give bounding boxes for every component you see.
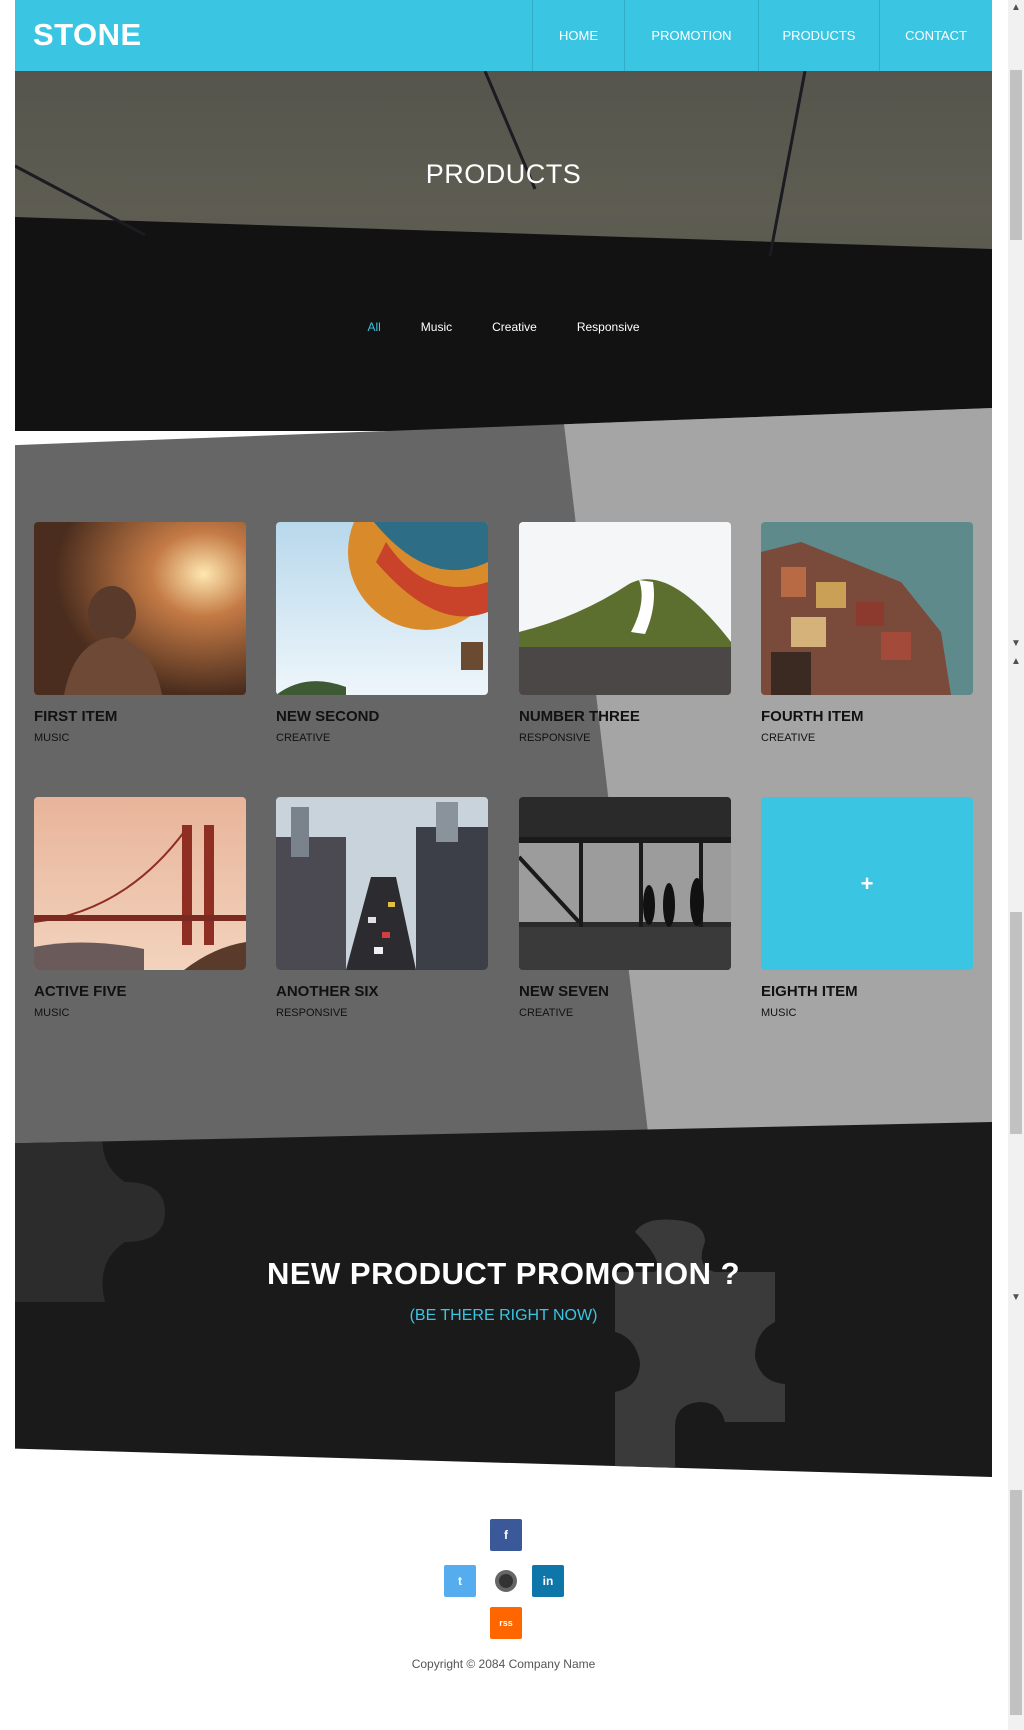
product-thumbnail[interactable] — [34, 522, 246, 695]
promotion-subtitle[interactable]: (BE THERE RIGHT NOW) — [15, 1307, 992, 1325]
plus-icon: + — [860, 870, 874, 896]
product-thumbnail[interactable] — [34, 797, 246, 970]
filter-bar: All Music Creative Responsive — [15, 320, 992, 334]
cursor-marker-icon — [490, 1565, 522, 1597]
product-card[interactable]: ACTIVE FIVE MUSIC — [34, 797, 246, 1019]
products-gallery: FIRST ITEM MUSIC NEW SECOND CREATIVE NUM… — [15, 408, 992, 1150]
product-category: RESPONSIVE — [519, 732, 591, 744]
product-card[interactable]: NEW SEVEN CREATIVE — [519, 797, 731, 1019]
nav-contact[interactable]: CONTACT — [879, 0, 992, 71]
promotion-section: NEW PRODUCT PROMOTION ? (BE THERE RIGHT … — [15, 1122, 992, 1477]
scroll-down-icon[interactable]: ▼ — [1008, 1292, 1024, 1303]
scroll-down-icon[interactable]: ▼ — [1008, 638, 1024, 649]
rss-icon[interactable]: rss — [490, 1607, 522, 1639]
puzzle-background-graphic — [15, 1122, 785, 1477]
product-category: CREATIVE — [276, 732, 331, 744]
filter-responsive[interactable]: Responsive — [577, 320, 640, 334]
golden-gate-bridge-image — [34, 797, 246, 970]
filter-music[interactable]: Music — [421, 320, 452, 334]
product-title: NEW SECOND — [276, 708, 380, 725]
product-card[interactable]: FIRST ITEM MUSIC — [34, 522, 246, 744]
promotion-title: NEW PRODUCT PROMOTION ? — [266, 1256, 741, 1291]
scroll-thumb[interactable] — [1010, 912, 1022, 1134]
product-card[interactable]: + EIGHTH ITEM MUSIC — [761, 797, 973, 1019]
scroll-thumb[interactable] — [1010, 1490, 1022, 1715]
product-category: RESPONSIVE — [276, 1007, 348, 1019]
product-thumbnail[interactable] — [761, 522, 973, 695]
brand-logo[interactable]: STONE — [33, 17, 142, 53]
facebook-icon[interactable]: f — [490, 1519, 522, 1551]
filter-creative[interactable]: Creative — [492, 320, 537, 334]
scroll-up-icon[interactable]: ▲ — [1008, 656, 1024, 667]
scroll-thumb[interactable] — [1010, 70, 1022, 240]
product-title: FIRST ITEM — [34, 708, 118, 725]
hero-section: PRODUCTS All Music Creative Responsive — [15, 71, 992, 431]
nav-home[interactable]: HOME — [532, 0, 624, 71]
product-title: FOURTH ITEM — [761, 708, 864, 725]
sunset-person-image — [34, 522, 246, 695]
page-title: PRODUCTS — [425, 159, 582, 189]
header: STONE HOME PROMOTION PRODUCTS CONTACT — [15, 0, 992, 71]
product-card[interactable]: NUMBER THREE RESPONSIVE — [519, 522, 731, 744]
products-grid: FIRST ITEM MUSIC NEW SECOND CREATIVE NUM… — [15, 408, 992, 1150]
product-card[interactable]: FOURTH ITEM CREATIVE — [761, 522, 973, 744]
product-title: ANOTHER SIX — [276, 983, 379, 1000]
nav-promotion[interactable]: PROMOTION — [624, 0, 758, 71]
main-nav: HOME PROMOTION PRODUCTS CONTACT — [532, 0, 992, 71]
vertical-scrollbar[interactable]: ▲ ▼ ▲ ▼ — [1008, 0, 1024, 1730]
product-thumbnail[interactable] — [519, 797, 731, 970]
product-title: EIGHTH ITEM — [761, 983, 858, 1000]
cliff-village-image — [761, 522, 973, 695]
scroll-up-icon[interactable]: ▲ — [1008, 2, 1024, 13]
product-category: MUSIC — [761, 1007, 797, 1019]
product-category: CREATIVE — [519, 1007, 574, 1019]
nav-products[interactable]: PRODUCTS — [758, 0, 879, 71]
product-thumbnail[interactable] — [276, 797, 488, 970]
product-category: MUSIC — [34, 1007, 70, 1019]
product-thumbnail[interactable] — [519, 522, 731, 695]
product-title: ACTIVE FIVE — [34, 983, 127, 1000]
hot-air-balloon-image — [276, 522, 488, 695]
product-category: CREATIVE — [761, 732, 816, 744]
copyright-text: Copyright © 2084 Company Name — [411, 1657, 596, 1671]
footer: f t in rss Copyright © 2084 Company Name — [15, 1500, 992, 1700]
mountain-image — [519, 522, 731, 695]
product-title: NUMBER THREE — [519, 708, 640, 725]
twitter-icon[interactable]: t — [444, 1565, 476, 1597]
city-traffic-image — [276, 797, 488, 970]
product-title: NEW SEVEN — [519, 983, 610, 1000]
filter-all[interactable]: All — [367, 320, 380, 334]
add-item-tile[interactable]: + — [761, 797, 973, 970]
observation-deck-image — [519, 797, 731, 970]
product-thumbnail[interactable] — [276, 522, 488, 695]
product-category: MUSIC — [34, 732, 70, 744]
product-card[interactable]: NEW SECOND CREATIVE — [276, 522, 488, 744]
linkedin-icon[interactable]: in — [532, 1565, 564, 1597]
product-card[interactable]: ANOTHER SIX RESPONSIVE — [276, 797, 488, 1019]
